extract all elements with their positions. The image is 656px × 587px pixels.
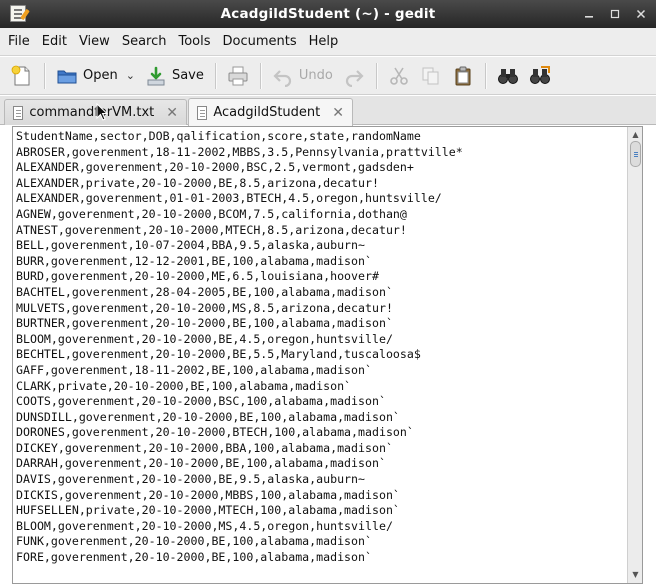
undo-label: Undo	[298, 68, 333, 83]
text-line[interactable]: COOTS,goverenment,20-10-2000,BSC,100,ala…	[16, 394, 626, 410]
tab-acadgildstudent[interactable]: AcadgildStudent ✕	[188, 98, 353, 126]
text-line[interactable]: BLOOM,goverenment,20-10-2000,BE,4.5,oreg…	[16, 332, 626, 348]
open-label: Open	[83, 68, 118, 83]
minimize-button[interactable]	[582, 7, 596, 21]
tab-label: AcadgildStudent	[213, 105, 321, 120]
text-line[interactable]: GAFF,goverenment,18-11-2002,BE,100,alaba…	[16, 363, 626, 379]
document-icon	[13, 105, 24, 120]
text-line[interactable]: ABROSER,goverenment,18-11-2002,MBBS,3.5,…	[16, 145, 626, 161]
toolbar: Open ⌄ Save Undo	[0, 57, 656, 95]
text-line[interactable]: StudentName,sector,DOB,qalification,scor…	[16, 129, 626, 145]
scroll-thumb[interactable]	[630, 141, 641, 167]
close-icon	[636, 9, 646, 19]
undo-button[interactable]: Undo	[267, 61, 338, 91]
replace-button[interactable]	[524, 61, 556, 91]
text-line[interactable]: MULVETS,goverenment,20-10-2000,MS,8.5,ar…	[16, 301, 626, 317]
toolbar-separator	[44, 62, 45, 89]
save-button[interactable]: Save	[140, 61, 209, 91]
redo-button[interactable]	[338, 61, 370, 91]
close-tab-icon[interactable]: ✕	[332, 105, 344, 121]
text-line[interactable]: ATNEST,goverenment,20-10-2000,MTECH,8.5,…	[16, 223, 626, 239]
document-icon	[197, 105, 208, 120]
text-line[interactable]: ALEXANDER,goverenment,01-01-2003,BTECH,4…	[16, 191, 626, 207]
printer-icon	[228, 66, 248, 85]
cut-button[interactable]	[383, 61, 415, 91]
text-line[interactable]: DICKIS,goverenment,20-10-2000,MBBS,100,a…	[16, 488, 626, 504]
new-button[interactable]	[6, 61, 38, 91]
scroll-up-icon[interactable]: ▲	[629, 129, 642, 141]
text-line[interactable]: DORONES,goverenment,20-10-2000,BTECH,100…	[16, 425, 626, 441]
close-tab-icon[interactable]: ✕	[166, 105, 178, 121]
scroll-down-icon[interactable]: ▼	[629, 569, 642, 581]
menu-help[interactable]: Help	[303, 30, 345, 54]
mouse-pointer-icon	[96, 103, 109, 121]
redo-icon	[345, 69, 364, 87]
text-line[interactable]: BURD,goverenment,20-10-2000,ME,6.5,louis…	[16, 269, 626, 285]
toolbar-separator	[259, 62, 261, 89]
text-line[interactable]: DUNSDILL,goverenment,20-10-2000,BE,100,a…	[16, 410, 626, 426]
menu-file[interactable]: File	[2, 30, 36, 54]
document-text[interactable]: StudentName,sector,DOB,qalification,scor…	[16, 129, 626, 583]
text-line[interactable]: ALEXANDER,private,20-10-2000,BE,8.5,ariz…	[16, 176, 626, 192]
text-line[interactable]: DAVIS,goverenment,20-10-2000,BE,9.5,alas…	[16, 472, 626, 488]
window-controls	[582, 0, 648, 28]
menu-edit[interactable]: Edit	[36, 30, 73, 54]
clipboard-icon	[455, 66, 471, 85]
find-replace-icon	[529, 65, 550, 84]
folder-open-icon	[57, 70, 77, 83]
menu-view[interactable]: View	[73, 30, 116, 54]
new-document-icon	[11, 65, 30, 85]
toolbar-separator	[214, 62, 216, 89]
scissors-icon	[390, 67, 408, 85]
minimize-icon	[585, 16, 593, 18]
print-button[interactable]	[222, 61, 254, 91]
maximize-button[interactable]	[608, 7, 622, 21]
text-line[interactable]: BACHTEL,goverenment,28-04-2005,BE,100,al…	[16, 285, 626, 301]
open-button[interactable]: Open ⌄	[51, 61, 140, 91]
text-line[interactable]: BLOOM,goverenment,20-10-2000,MS,4.5,oreg…	[16, 519, 626, 535]
text-line[interactable]: BELL,goverenment,10-07-2004,BBA,9.5,alas…	[16, 238, 626, 254]
copy-icon	[422, 67, 439, 84]
menu-search[interactable]: Search	[116, 30, 173, 54]
text-line[interactable]: FUNK,goverenment,20-10-2000,BE,100,alaba…	[16, 534, 626, 550]
copy-button[interactable]	[415, 61, 447, 91]
tab-label: commandforVM.txt	[29, 105, 155, 120]
text-line[interactable]: BECHTEL,goverenment,20-10-2000,BE,5.5,Ma…	[16, 347, 626, 363]
text-line[interactable]: DARRAH,goverenment,20-10-2000,BE,100,ala…	[16, 456, 626, 472]
close-window-button[interactable]	[634, 7, 648, 21]
paste-button[interactable]	[447, 61, 479, 91]
menu-bar: File Edit View Search Tools Documents He…	[0, 28, 656, 56]
text-line[interactable]: DICKEY,goverenment,20-10-2000,BBA,100,al…	[16, 441, 626, 457]
binoculars-icon	[497, 68, 518, 84]
text-line[interactable]: ALEXANDER,goverenment,20-10-2000,BSC,2.5…	[16, 160, 626, 176]
maximize-icon	[610, 9, 620, 19]
text-line[interactable]: BURTNER,goverenment,20-10-2000,BE,100,al…	[16, 316, 626, 332]
text-line[interactable]: BURR,goverenment,12-12-2001,BE,100,alaba…	[16, 254, 626, 270]
window-title: AcadgildStudent (~) - gedit	[220, 6, 436, 22]
menu-tools[interactable]: Tools	[172, 30, 216, 54]
toolbar-separator	[375, 62, 377, 89]
text-line[interactable]: AGNEW,goverenment,20-10-2000,BCOM,7.5,ca…	[16, 207, 626, 223]
text-line[interactable]: FORE,goverenment,20-10-2000,BE,100,alaba…	[16, 550, 626, 566]
chevron-down-icon[interactable]: ⌄	[126, 69, 135, 82]
text-line[interactable]: HUFSELLEN,private,20-10-2000,MTECH,100,a…	[16, 503, 626, 519]
menu-documents[interactable]: Documents	[217, 30, 303, 54]
vertical-scrollbar[interactable]: ▲ ▼	[627, 127, 642, 583]
find-button[interactable]	[492, 61, 524, 91]
text-editor[interactable]: StudentName,sector,DOB,qalification,scor…	[12, 126, 643, 584]
undo-icon	[273, 69, 291, 87]
text-line[interactable]: CLARK,private,20-10-2000,BE,100,alabama,…	[16, 379, 626, 395]
save-label: Save	[171, 68, 204, 83]
title-bar: AcadgildStudent (~) - gedit	[0, 0, 656, 28]
toolbar-separator	[484, 62, 486, 89]
save-icon	[147, 66, 165, 85]
